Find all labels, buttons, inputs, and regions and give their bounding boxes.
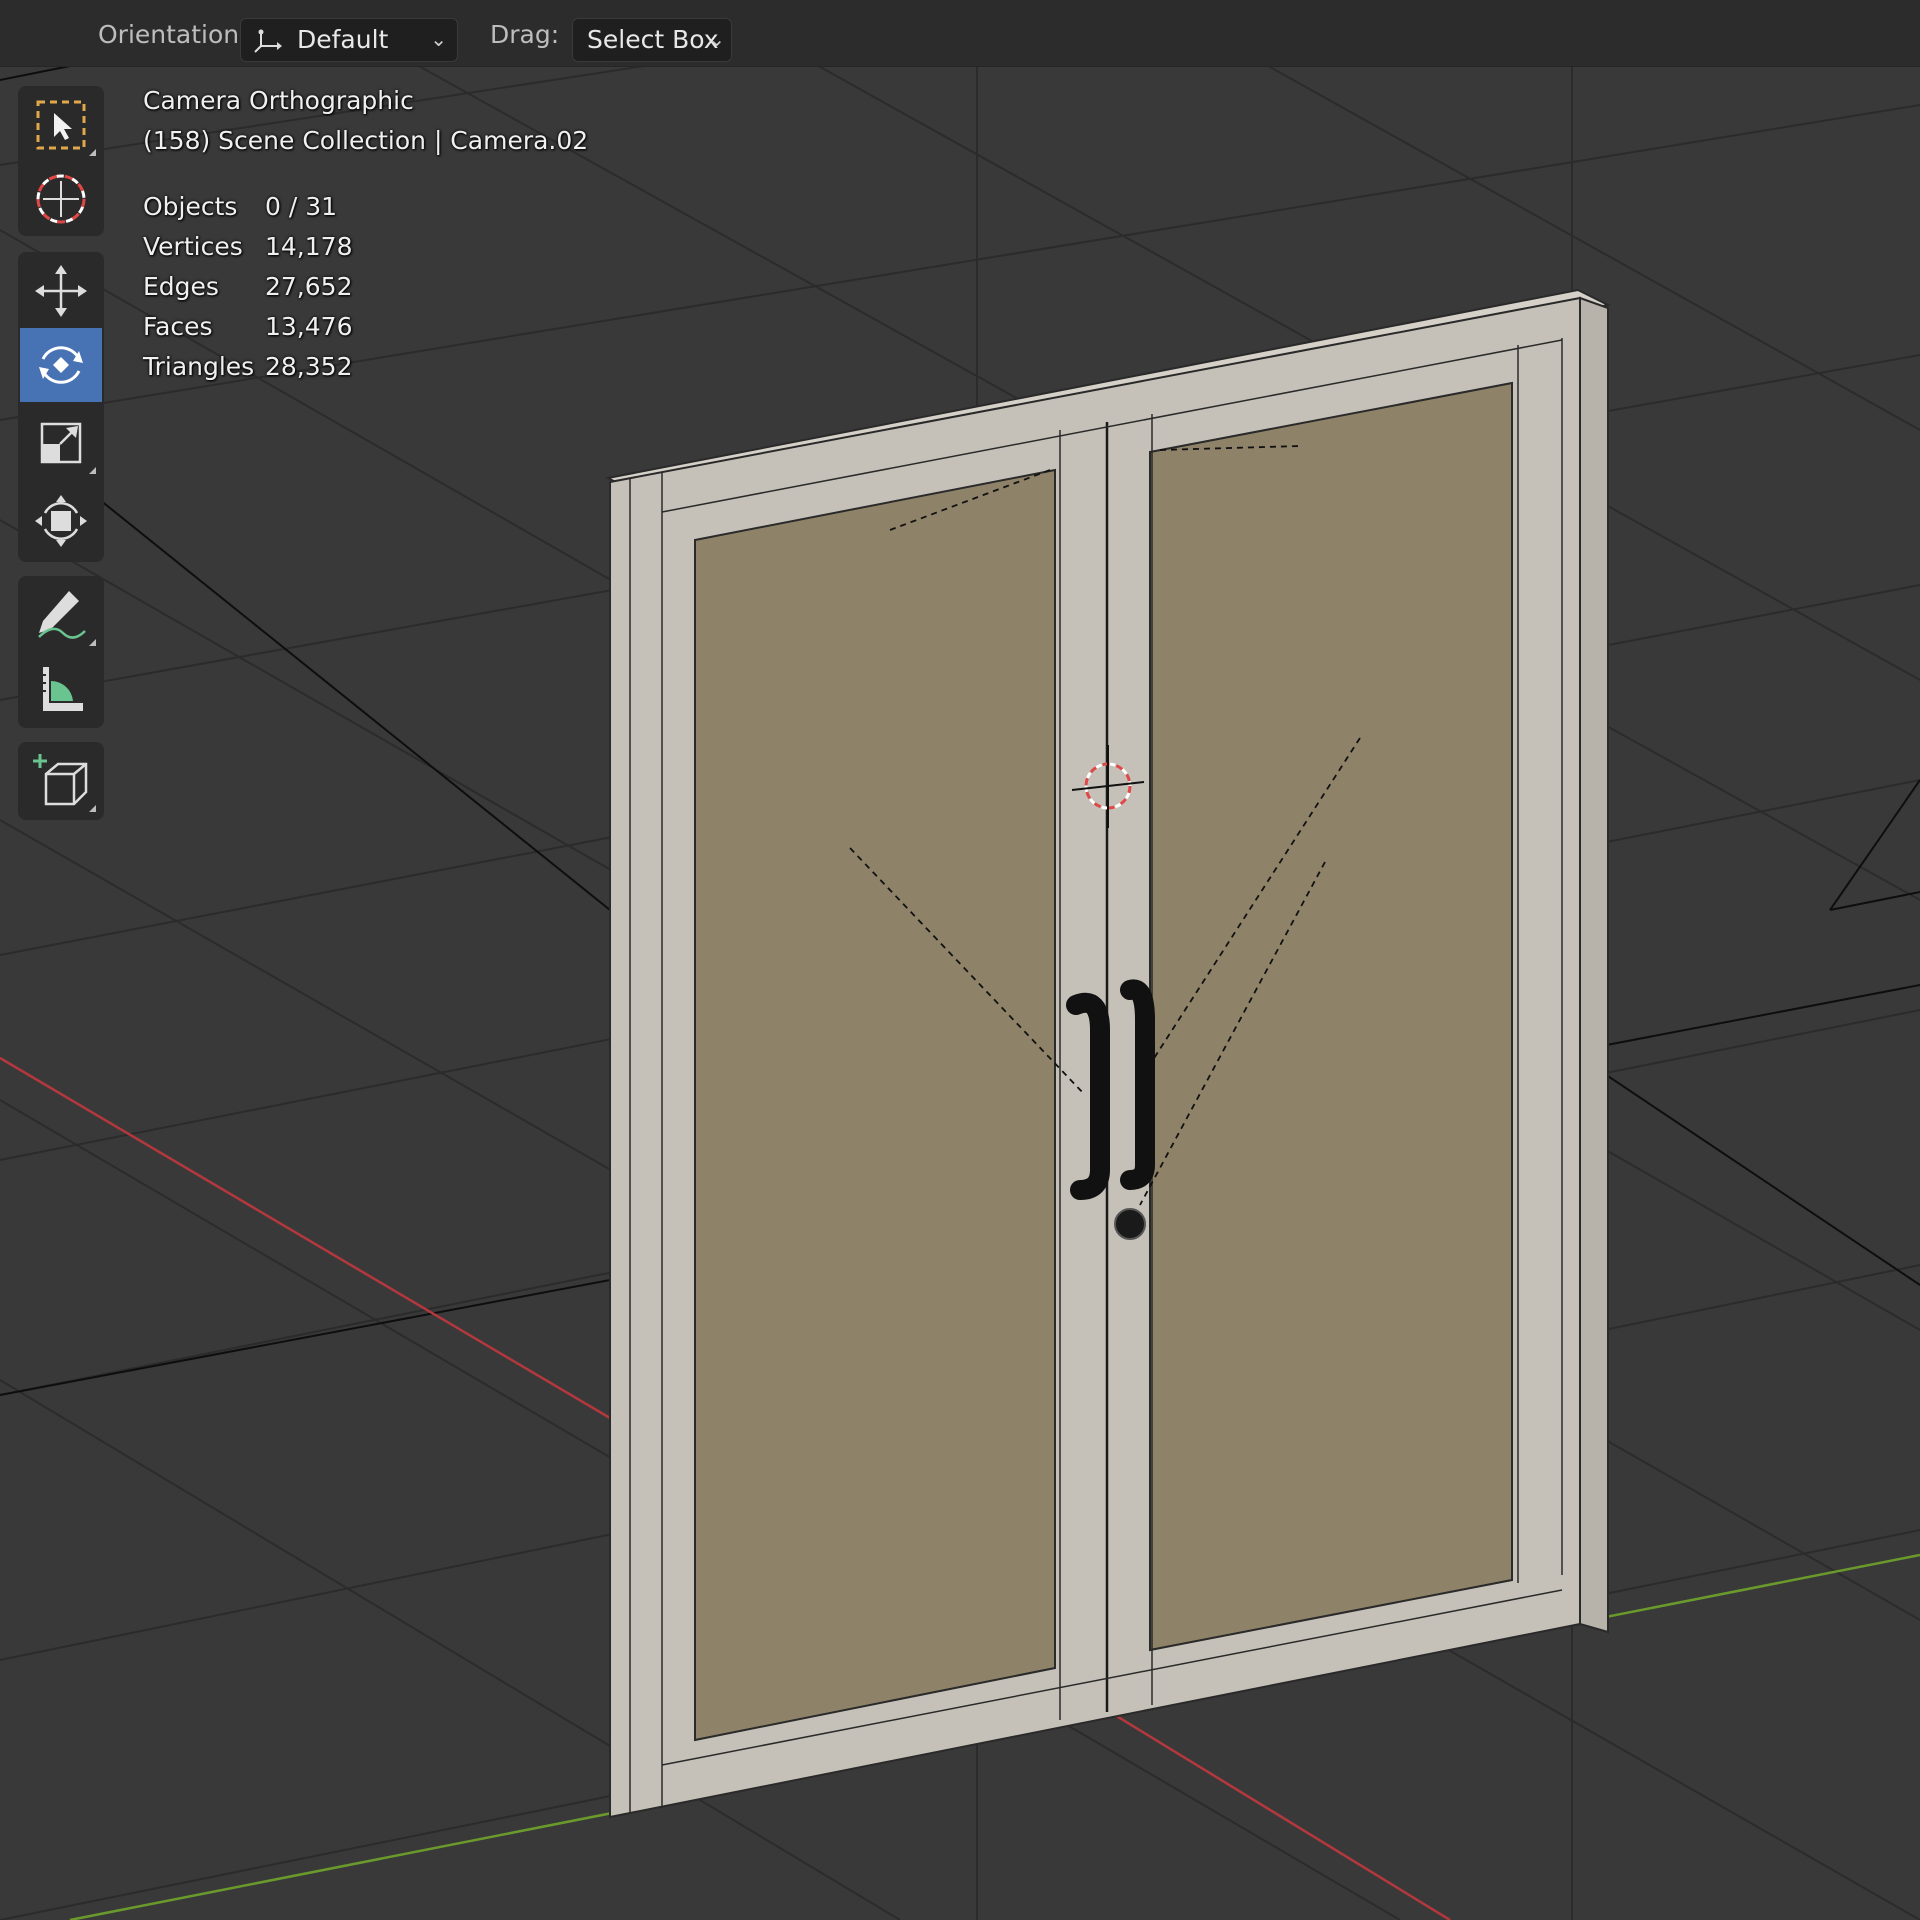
tool-scale[interactable] [20, 406, 102, 480]
cursor-icon [36, 174, 86, 224]
stat-label: Edges [143, 272, 219, 301]
toolbar-group-add [18, 742, 104, 820]
tool-corner-indicator [89, 639, 96, 646]
annotate-icon [38, 591, 86, 639]
x-axis-line-lower [1109, 1710, 1451, 1920]
stat-label: Vertices [143, 232, 243, 261]
toolbar-group-select [18, 86, 104, 236]
stat-label: Objects [143, 192, 238, 221]
drag-dropdown[interactable]: Select Box ⌄ [572, 18, 732, 62]
stat-label: Faces [143, 312, 213, 341]
viewport-header: Orientation: Default ⌄ Drag: Select Box … [0, 0, 1920, 67]
door-lock [1114, 1208, 1146, 1240]
stat-value: 14,178 [265, 232, 353, 261]
tool-transform[interactable] [20, 484, 102, 558]
stat-value: 27,652 [265, 272, 353, 301]
viewport-view-name: Camera Orthographic [143, 86, 414, 115]
stat-label: Triangles [143, 352, 255, 381]
scale-icon [40, 422, 82, 464]
x-axis-line [0, 1056, 611, 1420]
tool-corner-indicator [89, 467, 96, 474]
viewport-collection-info: (158) Scene Collection | Camera.02 [143, 126, 589, 155]
tool-corner-indicator [89, 149, 96, 156]
tool-add-cube[interactable] [20, 744, 102, 818]
right-door-panel [1149, 381, 1513, 1652]
measure-icon [43, 667, 83, 711]
stat-value: 13,476 [265, 312, 353, 341]
add-cube-icon [33, 754, 88, 806]
drag-value: Select Box [587, 25, 719, 54]
stat-value: 28,352 [265, 352, 353, 381]
tool-rotate[interactable] [20, 328, 102, 402]
tool-select-box[interactable] [20, 88, 102, 162]
tool-measure[interactable] [20, 652, 102, 726]
door-frame-side [1579, 296, 1609, 1634]
rotate-icon [39, 346, 83, 384]
orientation-dropdown[interactable]: Default ⌄ [240, 18, 458, 62]
tool-corner-indicator [89, 805, 96, 812]
select-box-icon [36, 100, 86, 150]
chevron-down-icon: ⌄ [708, 27, 725, 51]
move-icon [35, 265, 87, 317]
toolbar-group-annotate [18, 576, 104, 728]
tool-annotate[interactable] [20, 578, 102, 652]
chevron-down-icon: ⌄ [430, 27, 447, 51]
transform-icon [35, 495, 87, 547]
tool-cursor[interactable] [20, 162, 102, 236]
left-door-panel [694, 468, 1056, 1742]
orientation-label: Orientation: [98, 20, 248, 49]
drag-label: Drag: [490, 20, 560, 49]
toolbar-group-transform [18, 252, 104, 562]
stat-value: 0 / 31 [265, 192, 338, 221]
orientation-axis-icon [251, 28, 283, 60]
orientation-value: Default [297, 25, 389, 54]
door-model[interactable] [605, 288, 1612, 1819]
tool-move[interactable] [20, 254, 102, 328]
